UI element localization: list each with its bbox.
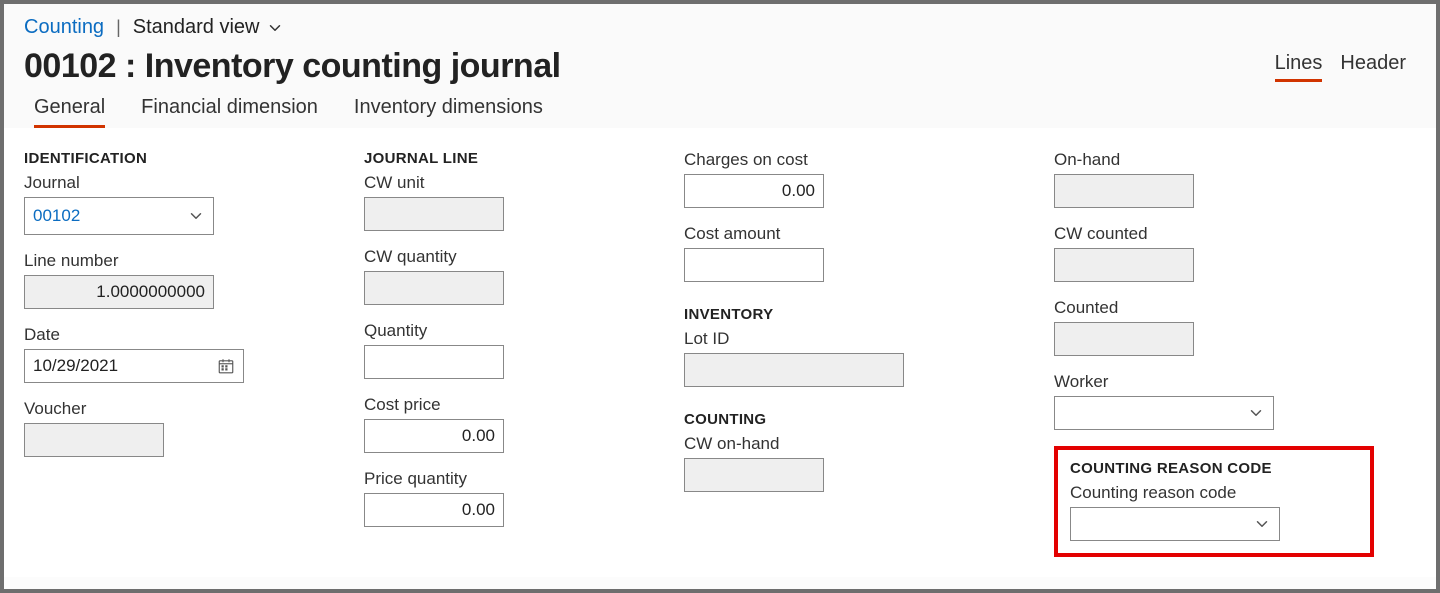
subtab-financial-dimension[interactable]: Financial dimension bbox=[141, 96, 318, 128]
lot-id-field bbox=[684, 353, 904, 387]
cw-onhand-field bbox=[684, 458, 824, 492]
chevron-down-icon bbox=[1247, 404, 1265, 422]
section-counting-head: COUNTING bbox=[684, 411, 1014, 428]
subtab-general[interactable]: General bbox=[34, 96, 105, 128]
date-label: Date bbox=[24, 325, 324, 345]
chevron-down-icon bbox=[266, 19, 284, 37]
subtab-inventory-dimensions[interactable]: Inventory dimensions bbox=[354, 96, 543, 128]
lines-header-tabs: Lines Header bbox=[1275, 52, 1416, 82]
price-quantity-field[interactable]: 0.00 bbox=[364, 493, 504, 527]
cw-onhand-label: CW on-hand bbox=[684, 434, 1014, 454]
breadcrumb: Counting | Standard view bbox=[24, 16, 1416, 39]
price-quantity-label: Price quantity bbox=[364, 469, 644, 489]
cw-unit-label: CW unit bbox=[364, 173, 644, 193]
journal-label: Journal bbox=[24, 173, 324, 193]
section-journal-line-head: JOURNAL LINE bbox=[364, 150, 644, 167]
charges-on-cost-field[interactable]: 0.00 bbox=[684, 174, 824, 208]
column-counting-right: On-hand CW counted Counted Worker bbox=[1054, 150, 1374, 557]
column-journal-line: JOURNAL LINE CW unit CW quantity Quantit… bbox=[364, 150, 644, 557]
breadcrumb-link-counting[interactable]: Counting bbox=[24, 16, 104, 39]
cw-quantity-field bbox=[364, 271, 504, 305]
charges-on-cost-label: Charges on cost bbox=[684, 150, 1014, 170]
voucher-field bbox=[24, 423, 164, 457]
cw-unit-field bbox=[364, 197, 504, 231]
tab-lines[interactable]: Lines bbox=[1275, 52, 1323, 82]
onhand-label: On-hand bbox=[1054, 150, 1374, 170]
chevron-down-icon bbox=[1253, 515, 1271, 533]
onhand-field bbox=[1054, 174, 1194, 208]
line-number-label: Line number bbox=[24, 251, 324, 271]
quantity-label: Quantity bbox=[364, 321, 644, 341]
view-selector-label: Standard view bbox=[133, 16, 260, 39]
section-identification-head: IDENTIFICATION bbox=[24, 150, 324, 167]
line-number-field: 1.0000000000 bbox=[24, 275, 214, 309]
cost-price-field[interactable]: 0.00 bbox=[364, 419, 504, 453]
counted-label: Counted bbox=[1054, 298, 1374, 318]
worker-combo[interactable] bbox=[1054, 396, 1274, 430]
worker-label: Worker bbox=[1054, 372, 1374, 392]
cw-counted-field bbox=[1054, 248, 1194, 282]
section-inventory-head: INVENTORY bbox=[684, 306, 1014, 323]
journal-combo[interactable]: 00102 bbox=[24, 197, 214, 235]
date-field[interactable]: 10/29/2021 bbox=[24, 349, 244, 383]
cw-quantity-label: CW quantity bbox=[364, 247, 644, 267]
calendar-icon bbox=[217, 357, 235, 375]
detail-subtabs: General Financial dimension Inventory di… bbox=[24, 96, 1416, 128]
cost-amount-field[interactable] bbox=[684, 248, 824, 282]
reason-code-combo[interactable] bbox=[1070, 507, 1280, 541]
breadcrumb-separator: | bbox=[116, 17, 121, 38]
counting-reason-code-highlight: COUNTING REASON CODE Counting reason cod… bbox=[1054, 446, 1374, 557]
tab-header[interactable]: Header bbox=[1340, 52, 1406, 82]
cost-amount-label: Cost amount bbox=[684, 224, 1014, 244]
view-selector[interactable]: Standard view bbox=[133, 16, 284, 39]
cw-counted-label: CW counted bbox=[1054, 224, 1374, 244]
voucher-label: Voucher bbox=[24, 399, 324, 419]
chevron-down-icon bbox=[187, 207, 205, 225]
app-frame: Counting | Standard view 00102 : Invento… bbox=[0, 0, 1440, 593]
quantity-field[interactable] bbox=[364, 345, 504, 379]
counted-field bbox=[1054, 322, 1194, 356]
page-header: Counting | Standard view 00102 : Invento… bbox=[4, 4, 1436, 128]
cost-price-label: Cost price bbox=[364, 395, 644, 415]
date-value: 10/29/2021 bbox=[33, 356, 118, 376]
column-identification: IDENTIFICATION Journal 00102 Line number… bbox=[24, 150, 324, 557]
lot-id-label: Lot ID bbox=[684, 329, 1014, 349]
column-inventory: Charges on cost 0.00 Cost amount INVENTO… bbox=[684, 150, 1014, 557]
reason-code-label: Counting reason code bbox=[1070, 483, 1358, 503]
form-content: IDENTIFICATION Journal 00102 Line number… bbox=[4, 128, 1436, 577]
page-title: 00102 : Inventory counting journal bbox=[24, 47, 561, 86]
section-reason-head: COUNTING REASON CODE bbox=[1070, 460, 1358, 477]
journal-value: 00102 bbox=[33, 206, 187, 226]
